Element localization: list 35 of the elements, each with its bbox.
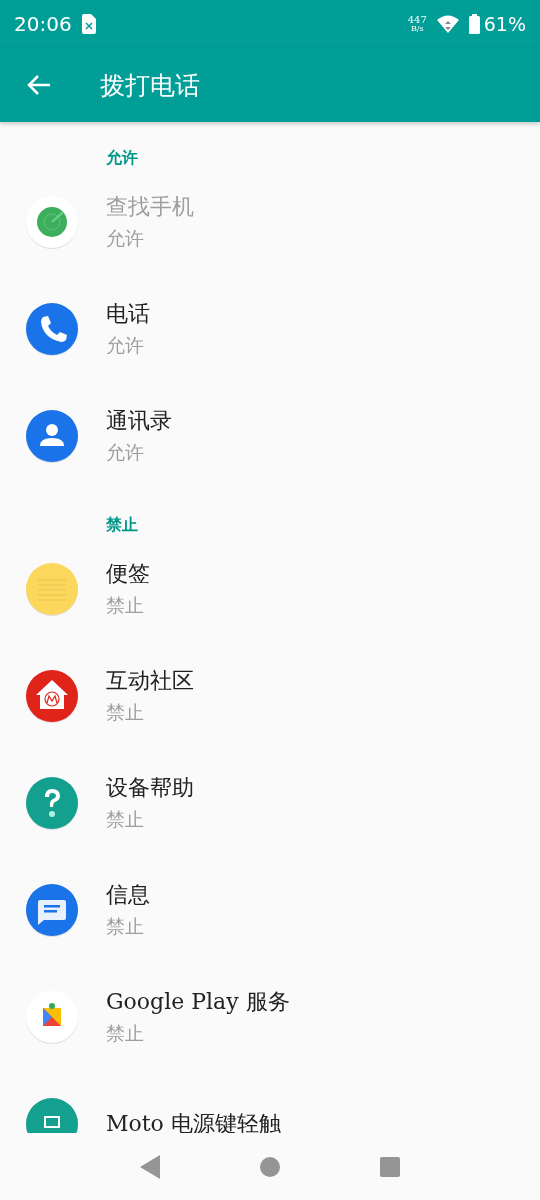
app-icon (25, 301, 79, 356)
battery-percent: 61% (483, 13, 526, 35)
permission-status: 禁止 (106, 1020, 145, 1046)
app-icon (25, 408, 79, 463)
permission-status: 禁止 (106, 913, 145, 939)
permission-status: 允许 (106, 439, 145, 465)
net-speed-unit: B/s (410, 24, 424, 33)
app-name[interactable]: 电话 (106, 298, 150, 329)
page-title: 拨打电话 (100, 69, 200, 102)
wifi-icon (436, 15, 459, 33)
permission-status: 禁止 (106, 699, 145, 725)
app-icon (25, 561, 79, 616)
back-arrow-icon[interactable] (26, 74, 52, 96)
app-icon (25, 989, 79, 1044)
app-icon (25, 194, 79, 249)
sim-card-icon (81, 14, 96, 34)
permission-status: 禁止 (106, 592, 145, 618)
section-header: 禁止 (106, 515, 138, 534)
battery-icon (468, 14, 480, 34)
app-name[interactable]: 互动社区 (106, 665, 194, 696)
net-speed-value: 447 (407, 15, 427, 24)
app-name[interactable]: 设备帮助 (106, 772, 194, 803)
app-name[interactable]: Google Play 服务 (106, 986, 290, 1017)
app-icon (25, 882, 79, 937)
permission-status: 允许 (106, 225, 145, 251)
app-name[interactable]: Moto 电源键轻触 (106, 1108, 281, 1133)
status-time: 20:06 (14, 12, 72, 36)
permission-status: 禁止 (106, 806, 145, 832)
app-icon (25, 668, 79, 723)
app-name[interactable]: 便签 (106, 558, 150, 589)
app-icon (25, 775, 79, 830)
section-header: 允许 (106, 148, 138, 167)
permission-status: 允许 (106, 332, 145, 358)
app-name[interactable]: 通讯录 (106, 405, 172, 436)
app-name[interactable]: 信息 (106, 879, 150, 910)
